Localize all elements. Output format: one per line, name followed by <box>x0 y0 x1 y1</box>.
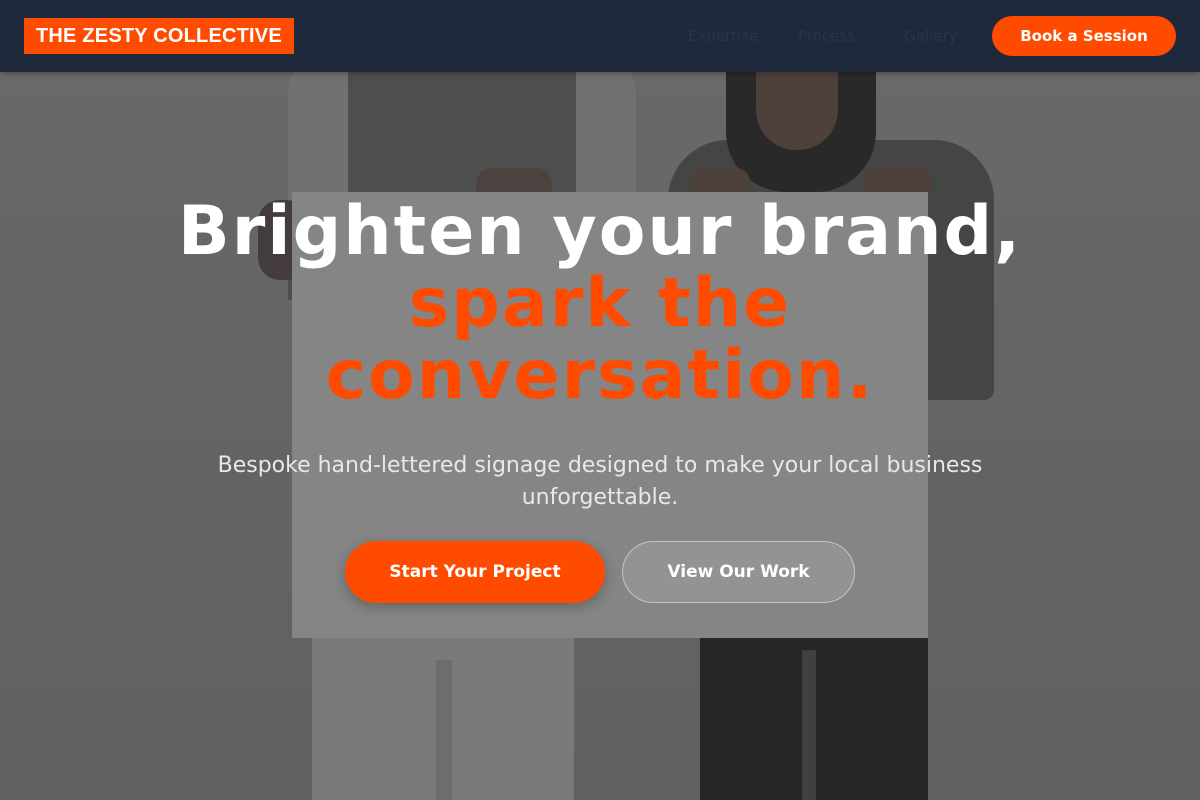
headline-main: Brighten your brand, <box>177 192 1023 271</box>
hero-headline: Brighten your brand, spark the conversat… <box>160 196 1040 412</box>
headline-accent: spark the conversation. <box>325 264 875 415</box>
nav-link-process[interactable]: Process <box>798 24 855 48</box>
hero-cta-row: Start Your Project View Our Work <box>160 541 1040 603</box>
start-project-button[interactable]: Start Your Project <box>345 541 605 603</box>
nav-link-expertise[interactable]: Expertise <box>688 24 758 48</box>
top-navbar: THE ZESTY COLLECTIVE Expertise Process G… <box>0 0 1200 72</box>
hero-subheadline: Bespoke hand-lettered signage designed t… <box>217 453 983 510</box>
book-session-button[interactable]: Book a Session <box>992 16 1176 56</box>
hero-content: Brighten your brand, spark the conversat… <box>160 196 1040 603</box>
view-work-button[interactable]: View Our Work <box>622 541 855 603</box>
nav-link-gallery[interactable]: Gallery <box>904 24 957 48</box>
brand-logo[interactable]: THE ZESTY COLLECTIVE <box>24 18 294 54</box>
